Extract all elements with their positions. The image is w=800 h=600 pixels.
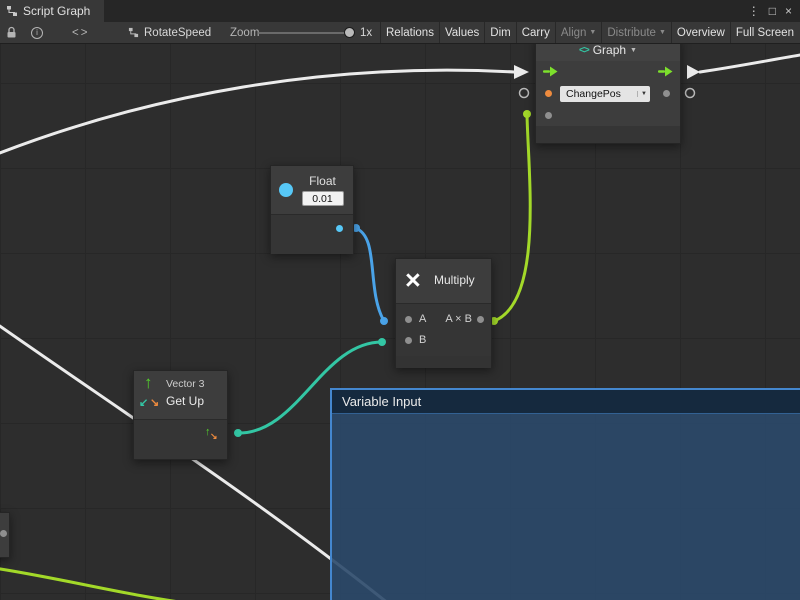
wire-multiply-to-graph bbox=[494, 114, 530, 321]
float-type-icon bbox=[279, 183, 293, 197]
tab-script-graph[interactable]: Script Graph bbox=[0, 0, 104, 22]
chevron-down-icon: ▼ bbox=[589, 29, 596, 36]
vector3-node-subtitle: Vector 3 bbox=[166, 378, 205, 390]
vector3-node-title: Get Up bbox=[166, 394, 204, 408]
close-icon[interactable]: × bbox=[785, 4, 792, 18]
window-titlebar: Script Graph ⋮ □ × bbox=[0, 0, 800, 22]
variable-dropdown[interactable]: ChangePos ▼ bbox=[560, 86, 650, 102]
zoom-value: 1x bbox=[360, 22, 372, 43]
script-graph-icon bbox=[6, 5, 18, 17]
value-input-port[interactable] bbox=[545, 90, 552, 97]
variable-input-panel[interactable]: Variable Input bbox=[330, 388, 800, 600]
value-input-port-2[interactable] bbox=[545, 112, 552, 119]
carry-button[interactable]: Carry bbox=[516, 22, 555, 43]
float-node-ports bbox=[271, 215, 353, 254]
float-node-title: Float bbox=[309, 174, 336, 188]
graph-asset-icon bbox=[128, 27, 139, 38]
chevron-down-icon: ▼ bbox=[630, 47, 637, 54]
multiply-input-b-port[interactable] bbox=[405, 337, 412, 344]
wire-bottom-left bbox=[0, 568, 194, 600]
variable-port-row: ChangePos ▼ bbox=[536, 83, 680, 105]
info-icon[interactable]: i bbox=[31, 22, 43, 43]
multiply-node-ports: A A × B B bbox=[396, 304, 491, 368]
dim-button[interactable]: Dim bbox=[484, 22, 515, 43]
values-button[interactable]: Values bbox=[439, 22, 484, 43]
zoom-slider-track[interactable] bbox=[258, 32, 352, 34]
node-footer bbox=[396, 356, 491, 368]
float-node[interactable]: Float bbox=[270, 165, 354, 254]
multiply-icon: × bbox=[405, 263, 421, 297]
port-a-label: A bbox=[419, 313, 426, 325]
variable-input-panel-title: Variable Input bbox=[342, 394, 421, 409]
variable-input-panel-header[interactable]: Variable Input bbox=[332, 390, 800, 414]
distribute-button[interactable]: Distribute▼ bbox=[601, 22, 671, 43]
wire-float-to-multiply bbox=[355, 228, 384, 321]
multiply-input-a-port[interactable] bbox=[405, 316, 412, 323]
graph-canvas[interactable]: <> Graph ▼ ChangePos ▼ bbox=[0, 44, 800, 600]
graph-input-circle bbox=[520, 89, 529, 98]
float-output-port[interactable] bbox=[336, 225, 343, 232]
vector3-icon: ↑ bbox=[144, 373, 153, 393]
graph-unit-node[interactable]: <> Graph ▼ ChangePos ▼ bbox=[535, 44, 681, 144]
relations-button[interactable]: Relations bbox=[380, 22, 439, 43]
graph-unit-header[interactable]: <> Graph ▼ bbox=[536, 44, 680, 61]
subgraph-icon: <> bbox=[579, 45, 589, 56]
float-value-input[interactable] bbox=[302, 191, 344, 206]
chevron-down-icon: ▼ bbox=[637, 91, 650, 97]
chevron-down-icon: ▼ bbox=[659, 29, 666, 36]
multiply-output-port[interactable] bbox=[477, 316, 484, 323]
graph-unit-title: Graph bbox=[593, 44, 626, 57]
offscreen-node-port[interactable] bbox=[0, 530, 7, 537]
zoom-slider-knob[interactable] bbox=[344, 27, 355, 38]
align-button[interactable]: Align▼ bbox=[555, 22, 602, 43]
graph-breadcrumb[interactable]: RotateSpeed bbox=[128, 22, 211, 43]
flow-input-port[interactable] bbox=[543, 66, 558, 77]
port-out-label: A × B bbox=[445, 313, 472, 325]
wire-flow-in bbox=[0, 70, 514, 156]
multiply-node[interactable]: × Multiply A A × B B bbox=[395, 258, 492, 368]
second-port-row bbox=[536, 105, 680, 127]
multiply-node-header: × Multiply bbox=[396, 259, 491, 303]
vector3-output-port[interactable]: ↑ ↘ bbox=[203, 426, 219, 442]
menu-icon[interactable]: ⋮ bbox=[748, 4, 760, 18]
variable-dropdown-value: ChangePos bbox=[560, 88, 637, 100]
toolbar-buttons: Relations Values Dim Carry Align▼ Distri… bbox=[380, 22, 800, 43]
multiply-node-title: Multiply bbox=[434, 273, 475, 287]
lock-icon[interactable] bbox=[6, 22, 17, 43]
arrow-down-right-icon: ↘ bbox=[150, 396, 159, 409]
vector3-getup-node[interactable]: ↑ ↙ ↘ Vector 3 Get Up ↑ ↘ bbox=[133, 370, 228, 460]
flow-in-arrowhead bbox=[514, 65, 529, 79]
vector3-node-ports: ↑ ↘ bbox=[134, 420, 227, 459]
flow-output-port[interactable] bbox=[658, 66, 673, 77]
port-b-label: B bbox=[419, 334, 426, 346]
graph-toolbar: i <> RotateSpeed Zoom 1x Relations Value… bbox=[0, 22, 800, 44]
tab-label: Script Graph bbox=[23, 4, 90, 18]
node-footer bbox=[536, 126, 680, 143]
code-icon[interactable]: <> bbox=[72, 22, 89, 43]
flow-out-arrowhead bbox=[687, 65, 700, 79]
full-screen-button[interactable]: Full Screen bbox=[730, 22, 799, 43]
zoom-label: Zoom bbox=[230, 22, 259, 43]
graph-name: RotateSpeed bbox=[144, 27, 211, 39]
wire-flow-out bbox=[700, 54, 800, 72]
arrow-down-left-icon: ↙ bbox=[139, 396, 148, 409]
value-output-port[interactable] bbox=[663, 90, 670, 97]
graph-output-circle bbox=[686, 89, 695, 98]
overview-button[interactable]: Overview bbox=[671, 22, 730, 43]
offscreen-node[interactable] bbox=[0, 512, 10, 558]
maximize-icon[interactable]: □ bbox=[769, 4, 776, 18]
float-node-header: Float bbox=[271, 166, 353, 214]
flow-port-row bbox=[536, 61, 680, 83]
vector3-node-header: ↑ ↙ ↘ Vector 3 Get Up bbox=[134, 371, 227, 419]
